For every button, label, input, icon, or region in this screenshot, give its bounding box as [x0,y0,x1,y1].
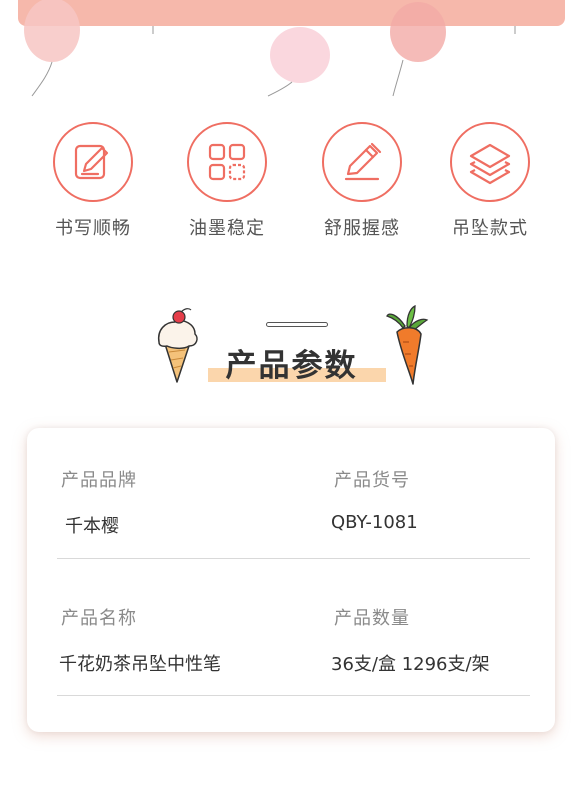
feature-label: 书写顺畅 [55,218,131,239]
row-divider [57,695,530,696]
balloon-left [24,0,80,97]
section-heading: 产品参数 [0,300,583,390]
param-value: QBY-1081 [331,512,418,533]
row-divider [57,558,530,559]
layers-icon [450,122,530,202]
balloon-right [390,2,446,97]
feature-label: 油墨稳定 [189,218,265,239]
param-key: 产品货号 [334,470,410,491]
param-brand: 产品品牌 千本樱 [61,466,137,538]
feature-label: 吊坠款式 [452,218,528,239]
feature-label: 舒服握感 [324,218,400,239]
section-title: 产品参数 [225,348,358,384]
param-value: 36支/盒 1296支/架 [331,654,490,675]
balloon-center [267,27,330,97]
product-params-card: 产品品牌 千本樱 产品货号 QBY-1081 产品名称 千花奶茶吊坠中性笔 产品… [27,428,555,732]
feature-list: 书写顺畅 油墨稳定 舒服握感 吊坠款式 [0,122,583,242]
pen-icon [322,122,402,202]
grid-squares-icon [187,122,267,202]
param-quantity: 产品数量 36支/盒 1296支/架 [331,604,490,676]
param-name: 产品名称 千花奶茶吊坠中性笔 [59,604,221,676]
param-key: 产品数量 [334,608,410,629]
param-sku: 产品货号 QBY-1081 [331,466,418,533]
heading-decoration-line [266,322,328,327]
param-value: 千花奶茶吊坠中性笔 [59,654,221,675]
param-key: 产品名称 [61,608,137,629]
balloon-decoration [24,0,516,97]
feature-stable-ink: 油墨稳定 [157,122,297,240]
feature-smooth-writing: 书写顺畅 [23,122,163,240]
param-value: 千本樱 [65,516,119,537]
feature-pendant-style: 吊坠款式 [420,122,560,240]
param-key: 产品品牌 [61,470,137,491]
pencil-paper-icon [53,122,133,202]
carrot-icon [386,304,429,385]
feature-comfortable-grip: 舒服握感 [292,122,432,240]
